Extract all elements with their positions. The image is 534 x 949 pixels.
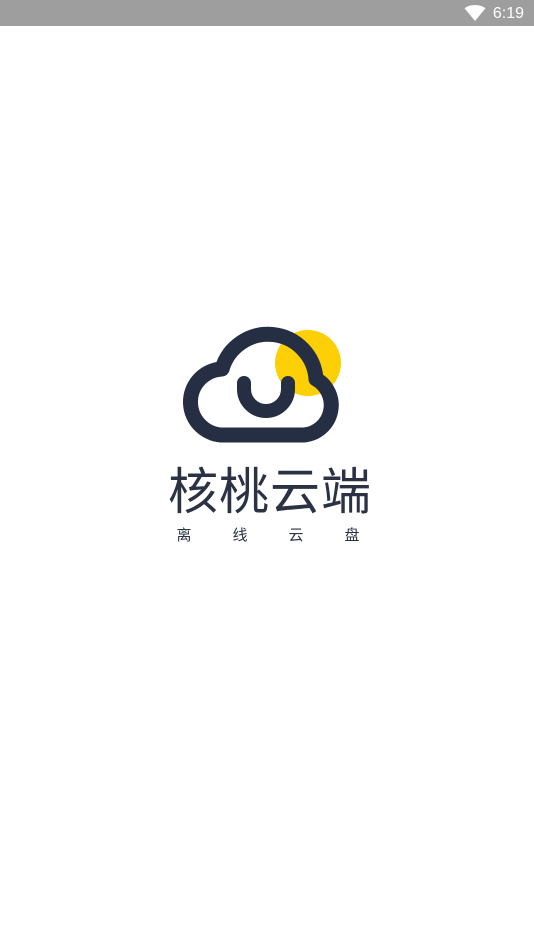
smile-icon [237, 376, 295, 418]
status-bar: 6:19 [0, 0, 534, 26]
status-time: 6:19 [492, 5, 524, 22]
tagline-char: 盘 [344, 526, 360, 544]
app-logo-icon [183, 326, 341, 443]
app-tagline: 离 线 云 盘 [164, 524, 372, 546]
tagline-char: 离 [176, 526, 192, 544]
app-name: 核桃云端 [168, 463, 372, 521]
wifi-icon [464, 5, 486, 21]
tagline-char: 线 [232, 526, 248, 544]
tagline-char: 云 [288, 526, 304, 544]
